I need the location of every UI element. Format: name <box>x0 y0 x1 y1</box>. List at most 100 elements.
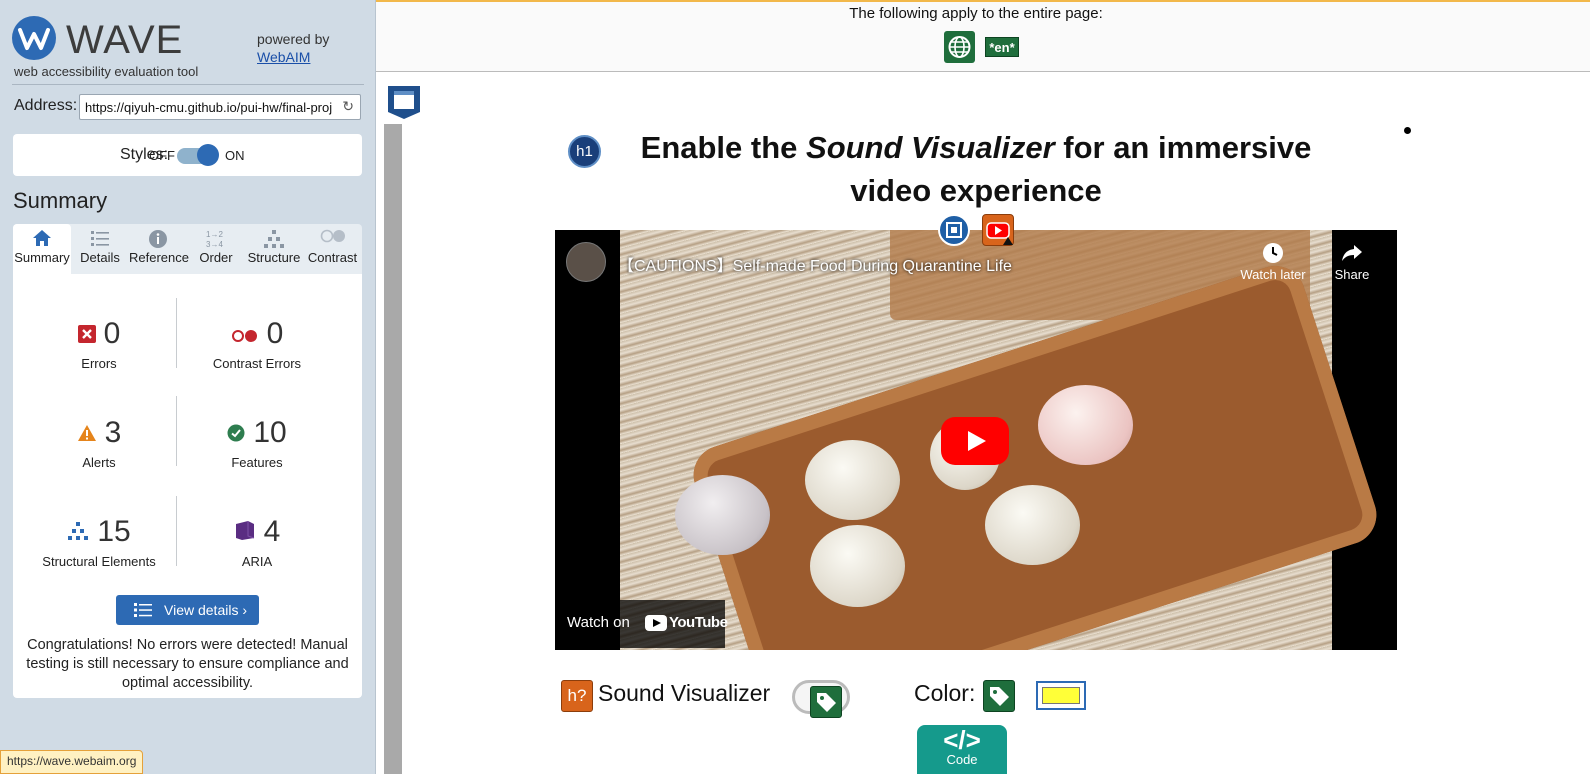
aria-count: 4 <box>263 515 281 548</box>
error-icon <box>77 317 96 351</box>
stat-structural-elements[interactable]: 15 Structural Elements <box>19 514 179 569</box>
feature-icon <box>227 416 245 450</box>
page-level-text: The following apply to the entire page: <box>849 5 1103 22</box>
info-icon <box>129 224 187 250</box>
thumbnail-mochi <box>985 485 1080 565</box>
code-icon[interactable]: </> Code <box>917 725 1007 774</box>
status-url: https://wave.webaim.org <box>0 750 144 774</box>
home-icon <box>13 224 71 250</box>
alert-icon <box>77 416 97 450</box>
alerts-label: Alerts <box>82 455 116 470</box>
reload-icon[interactable]: ↻ <box>342 98 354 115</box>
tab-label: Structure <box>247 250 301 265</box>
stat-contrast-errors[interactable]: 0 Contrast Errors <box>177 316 337 371</box>
color-label: Color: <box>914 680 976 706</box>
stat-features[interactable]: 10 Features <box>177 415 337 470</box>
label-tag-icon[interactable] <box>983 680 1015 712</box>
styles-panel: Styles: OFF ON <box>13 134 362 176</box>
tab-label: Contrast <box>307 250 358 265</box>
watch-later-button[interactable]: Watch later <box>1233 242 1313 282</box>
heading-emphasis: Sound Visualizer <box>806 130 1055 165</box>
styles-off-label: OFF <box>149 148 175 163</box>
watch-later-label: Watch later <box>1240 267 1306 282</box>
tab-label: Details <box>80 250 120 265</box>
video-title[interactable]: 【CAUTIONS】Self-made Food During Quaranti… <box>618 252 1012 276</box>
list-icon <box>134 595 152 628</box>
errors-count: 0 <box>103 317 121 350</box>
tab-summary[interactable]: Summary <box>13 224 71 274</box>
structural-count: 15 <box>97 515 131 548</box>
webaim-link[interactable]: WebAIM <box>257 49 310 65</box>
tab-label: Order <box>199 250 233 265</box>
sound-visualizer-label: Sound Visualizer <box>598 680 771 706</box>
label-tag-icon[interactable] <box>810 686 842 718</box>
congrats-message: Congratulations! No errors were detected… <box>26 637 349 691</box>
heading-part: Enable the <box>640 130 807 165</box>
styles-toggle-knob[interactable] <box>197 144 219 166</box>
view-details-button[interactable]: View details › <box>116 595 259 625</box>
svg-text:1→2: 1→2 <box>206 230 223 239</box>
powered-by-text: powered by <box>257 31 330 47</box>
contrast-icon <box>303 224 362 250</box>
wave-tagline: web accessibility evaluation tool <box>14 64 199 79</box>
clock-icon <box>1233 242 1313 267</box>
youtube-logo: YouTube <box>645 613 728 633</box>
youtube-play-icon <box>645 615 667 631</box>
tab-contrast[interactable]: Contrast <box>303 224 362 274</box>
stat-errors[interactable]: 0 Errors <box>19 316 179 371</box>
stat-alerts[interactable]: 3 Alerts <box>19 415 179 470</box>
stat-aria[interactable]: 4 ARIA <box>177 514 337 569</box>
panel-tabs: Summary Details Reference 1→2 3→4 Order S… <box>13 224 362 274</box>
youtube-embed[interactable]: 【CAUTIONS】Self-made Food During Quaranti… <box>555 230 1397 650</box>
color-picker-input[interactable] <box>1036 681 1086 710</box>
iframe-icon[interactable] <box>938 214 970 246</box>
code-label: Code <box>946 752 978 767</box>
order-icon: 1→2 3→4 <box>187 224 245 250</box>
address-input[interactable]: https://qiyuh-cmu.github.io/pui-hw/final… <box>79 94 361 120</box>
language-badge[interactable]: *en* <box>985 37 1019 57</box>
wave-logo[interactable]: WAVE web accessibility evaluation tool p… <box>12 14 364 84</box>
aria-label: ARIA <box>241 554 273 569</box>
structure-icon <box>245 224 303 250</box>
thumbnail-mochi <box>1038 385 1133 465</box>
page-view: The following apply to the entire page: … <box>376 0 1590 774</box>
thumbnail-mochi <box>805 440 900 520</box>
h1-icon[interactable]: h1 <box>568 135 601 168</box>
thumbnail-mochi <box>675 475 770 555</box>
contrast-errors-count: 0 <box>266 317 284 350</box>
youtube-wordmark: YouTube <box>669 614 728 631</box>
tab-structure[interactable]: Structure <box>245 224 303 274</box>
features-count: 10 <box>253 416 287 449</box>
tab-label: Reference <box>129 250 189 265</box>
view-details-label: View details › <box>164 602 248 618</box>
scroll-rail <box>384 124 402 774</box>
divider <box>12 84 364 85</box>
aria-icon <box>234 515 256 549</box>
share-icon <box>1327 242 1377 267</box>
globe-icon[interactable] <box>944 31 975 63</box>
watch-on-youtube-button[interactable]: Watch on YouTube <box>555 600 728 648</box>
page-level-bar: The following apply to the entire page: … <box>376 0 1590 72</box>
contrast-errors-label: Contrast Errors <box>212 356 302 371</box>
address-row: Address: https://qiyuh-cmu.github.io/pui… <box>14 94 362 120</box>
share-label: Share <box>1334 267 1370 282</box>
tab-details[interactable]: Details <box>71 224 129 274</box>
page-title: Enable the Sound Visualizer for an immer… <box>606 126 1346 212</box>
document-icon[interactable] <box>386 84 422 120</box>
youtube-alert-icon[interactable] <box>982 214 1014 246</box>
errors-label: Errors <box>81 356 117 371</box>
play-button[interactable] <box>941 417 1009 465</box>
heading-unknown-alert-icon[interactable]: h? <box>561 680 593 712</box>
summary-stats: 0 Errors 0 Contrast Errors 3 Alerts 10 F… <box>13 274 362 698</box>
powered-by: powered by WebAIM <box>257 30 329 66</box>
features-label: Features <box>231 455 283 470</box>
structure-icon <box>67 515 89 549</box>
share-button[interactable]: Share <box>1327 242 1377 282</box>
tab-label: Summary <box>14 250 70 265</box>
channel-avatar[interactable] <box>566 242 606 282</box>
address-label: Address: <box>14 97 78 114</box>
tab-order[interactable]: 1→2 3→4 Order <box>187 224 245 274</box>
structural-label: Structural Elements <box>42 554 156 569</box>
thumbnail-mochi <box>810 525 905 607</box>
tab-reference[interactable]: Reference <box>129 224 189 274</box>
